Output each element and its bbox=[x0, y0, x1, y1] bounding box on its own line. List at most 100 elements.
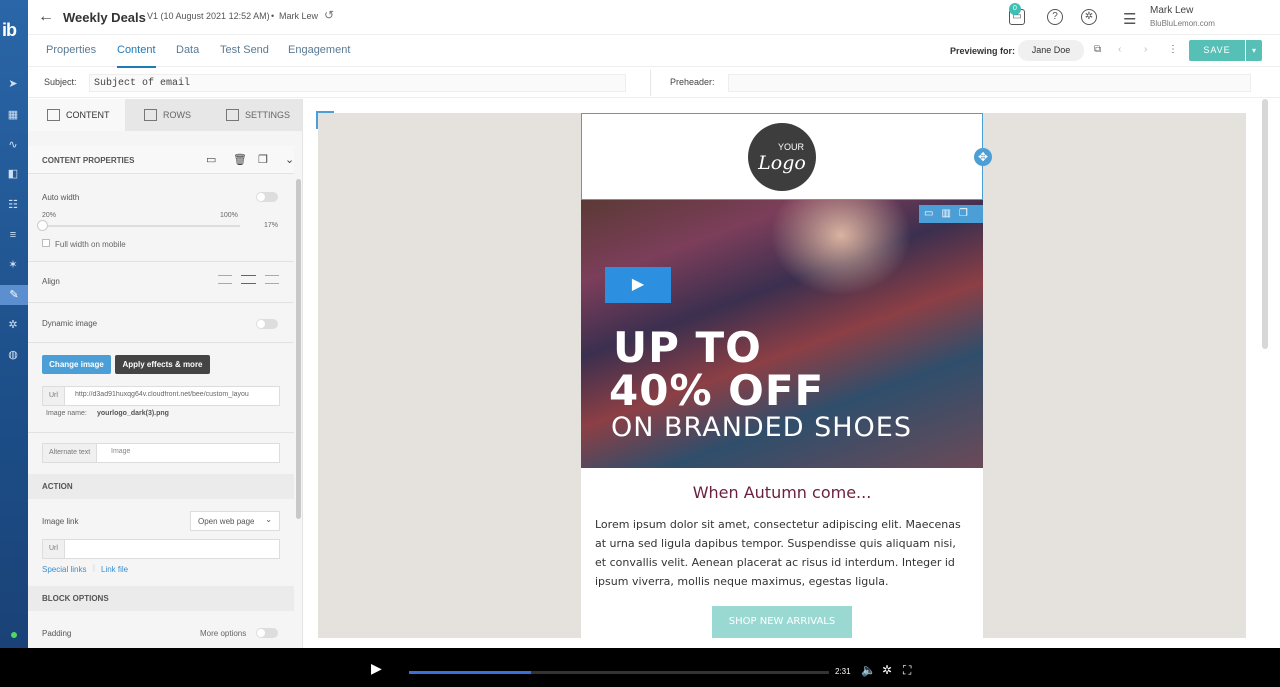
settings-gear-icon[interactable]: ✲ bbox=[882, 663, 892, 677]
globe-icon[interactable]: ◍ bbox=[6, 348, 20, 362]
align-right-icon[interactable] bbox=[265, 275, 279, 284]
tab-content[interactable]: Content bbox=[117, 44, 156, 68]
app: ib ➤ ▦ ∿ ◧ ☷ ≡ ✶ ✎ ✲ ◍ ← Weekly Deals V1… bbox=[0, 0, 1280, 687]
shop-new-arrivals-button[interactable]: SHOP NEW ARRIVALS bbox=[712, 606, 852, 638]
online-status-dot bbox=[11, 632, 17, 638]
panel-scrollbar[interactable] bbox=[296, 179, 301, 519]
video-progress-track[interactable] bbox=[409, 671, 829, 674]
subject-label: Subject: bbox=[44, 77, 77, 87]
auto-width-toggle[interactable] bbox=[256, 192, 278, 202]
team-icon[interactable]: ☷ bbox=[6, 198, 20, 212]
divider bbox=[28, 302, 294, 303]
apply-effects-button[interactable]: Apply effects & more bbox=[115, 355, 210, 374]
panel-tab-label: ROWS bbox=[163, 110, 191, 120]
history-icon[interactable]: ↺ bbox=[324, 8, 334, 22]
video-progress-fill bbox=[409, 671, 531, 674]
hero-headline-1: UP TO bbox=[613, 323, 762, 372]
wand-icon[interactable]: ✶ bbox=[6, 258, 20, 272]
your-logo-image[interactable]: YOUR Logo bbox=[748, 123, 816, 191]
comment-icon[interactable]: ▭ bbox=[206, 153, 216, 166]
duplicate-icon[interactable]: ❐ bbox=[959, 208, 976, 219]
sliders-icon[interactable]: ≡ bbox=[6, 228, 20, 242]
hero-image[interactable]: ▭▥❐ ▶ UP TO 40% OFF ON BRANDED SHOES bbox=[581, 200, 983, 468]
comment-icon[interactable]: ▭ bbox=[924, 208, 941, 219]
collapse-chevron-icon[interactable]: ⌄ bbox=[285, 153, 294, 166]
block-options-heading: BLOCK OPTIONS bbox=[28, 586, 294, 611]
external-link-icon[interactable]: ⧉ bbox=[1094, 44, 1101, 55]
user-name[interactable]: Mark Lew bbox=[1150, 5, 1193, 16]
preview-user-select[interactable]: Jane Doe bbox=[1018, 40, 1084, 61]
settings-icon[interactable]: ✲ bbox=[1081, 9, 1097, 25]
subject-row: Subject: Subject of email Preheader: bbox=[28, 68, 1280, 98]
video-controls-bar: ▶ 2:31 🔈 ✲ ⛶ bbox=[0, 648, 1280, 687]
trash-icon[interactable]: 🗑 bbox=[233, 153, 247, 166]
gear-icon[interactable]: ✲ bbox=[6, 318, 20, 332]
save-dropdown-icon[interactable]: ▾ bbox=[1246, 40, 1262, 61]
send-icon[interactable]: ➤ bbox=[6, 77, 20, 91]
brush-icon[interactable]: ✎ bbox=[0, 285, 28, 305]
hero-headline-3: ON BRANDED SHOES bbox=[611, 412, 913, 443]
panel-tab-rows[interactable]: ROWS bbox=[125, 99, 207, 131]
hero-headline-2: 40% OFF bbox=[609, 366, 825, 415]
more-options-icon[interactable]: ⋮ bbox=[1168, 44, 1178, 55]
video-play-button[interactable]: ▶ bbox=[605, 267, 671, 303]
logo-your-text: YOUR bbox=[777, 142, 804, 152]
tab-properties[interactable]: Properties bbox=[46, 44, 96, 56]
logo-block-selected[interactable]: YOUR Logo ✥ bbox=[581, 113, 992, 200]
version-info: V1 (10 August 2021 12:52 AM) bbox=[147, 11, 270, 21]
preheader-input[interactable] bbox=[728, 74, 1251, 92]
play-icon[interactable]: ▶ bbox=[371, 660, 382, 677]
subject-input[interactable]: Subject of email bbox=[89, 74, 626, 92]
panel-tab-content[interactable]: CONTENT bbox=[28, 99, 125, 131]
image-link-select[interactable]: Open web page ⌄ bbox=[190, 511, 280, 531]
fullscreen-icon[interactable]: ⛶ bbox=[903, 663, 911, 678]
next-arrow-icon[interactable]: › bbox=[1144, 44, 1147, 55]
blocks-icon[interactable]: ◧ bbox=[6, 167, 20, 181]
calendar-icon[interactable]: ▦ bbox=[6, 108, 20, 122]
align-center-icon[interactable] bbox=[241, 275, 256, 284]
more-options-toggle[interactable] bbox=[256, 628, 278, 638]
body-paragraph[interactable]: Lorem ipsum dolor sit amet, consectetur … bbox=[595, 515, 967, 591]
divider bbox=[28, 432, 294, 433]
width-slider-track[interactable] bbox=[42, 225, 240, 227]
full-width-mobile-checkbox[interactable] bbox=[42, 239, 50, 247]
link-url-field[interactable]: Url bbox=[42, 539, 280, 559]
campaign-title: Weekly Deals bbox=[63, 10, 146, 25]
properties-panel: CONTENT ROWS SETTINGS CONTENT PROPERTIES… bbox=[28, 99, 303, 648]
panel-tab-settings[interactable]: SETTINGS bbox=[207, 99, 302, 131]
align-left-icon[interactable] bbox=[218, 275, 232, 284]
tab-test-send[interactable]: Test Send bbox=[220, 44, 269, 56]
alt-text-field[interactable]: Alternate text Image bbox=[42, 443, 280, 463]
panel-tab-label: CONTENT bbox=[66, 110, 110, 120]
menu-icon[interactable]: ☰ bbox=[1123, 10, 1136, 28]
back-arrow-icon[interactable]: ← bbox=[38, 8, 54, 26]
tab-data[interactable]: Data bbox=[176, 44, 199, 56]
tab-engagement[interactable]: Engagement bbox=[288, 44, 350, 56]
section-heading[interactable]: When Autumn come... bbox=[581, 483, 983, 502]
trash-icon[interactable]: ▥ bbox=[941, 208, 958, 219]
volume-icon[interactable]: 🔈 bbox=[861, 663, 876, 677]
save-button[interactable]: SAVE bbox=[1189, 40, 1245, 61]
prev-arrow-icon[interactable]: ‹ bbox=[1118, 44, 1121, 55]
divider bbox=[28, 261, 294, 262]
help-icon[interactable]: ? bbox=[1047, 9, 1063, 25]
canvas-scrollbar[interactable] bbox=[1262, 99, 1268, 349]
change-image-button[interactable]: Change image bbox=[42, 355, 111, 374]
image-url-field[interactable]: Url http://d3ad91huxqg64v.cloudfront.net… bbox=[42, 386, 280, 406]
duplicate-icon[interactable]: ❐ bbox=[258, 153, 268, 166]
move-handle-icon[interactable]: ✥ bbox=[974, 148, 992, 166]
special-links-link[interactable]: Special links bbox=[42, 565, 86, 574]
notification-badge: 0 bbox=[1009, 3, 1021, 15]
image-link-label: Image link bbox=[42, 517, 79, 526]
image-name-label: Image name: bbox=[46, 410, 87, 417]
width-slider-handle[interactable] bbox=[37, 220, 48, 231]
max-percent: 100% bbox=[220, 212, 238, 219]
chart-icon[interactable]: ∿ bbox=[6, 138, 20, 152]
dynamic-image-label: Dynamic image bbox=[42, 319, 98, 328]
divider bbox=[650, 70, 651, 96]
link-file-link[interactable]: Link file bbox=[101, 565, 128, 574]
image-name-value: yourlogo_dark(3).png bbox=[97, 410, 169, 417]
current-percent: 17% bbox=[264, 222, 279, 229]
dynamic-image-toggle[interactable] bbox=[256, 319, 278, 329]
preview-label: Previewing for: bbox=[950, 46, 1016, 56]
